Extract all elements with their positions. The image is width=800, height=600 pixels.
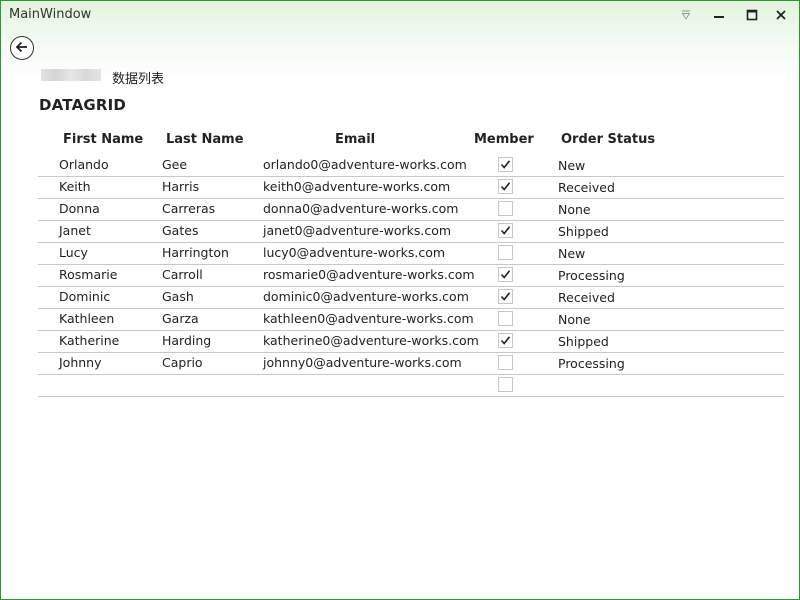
cell-first-name[interactable]: Lucy (59, 245, 88, 260)
table-row[interactable]: Rosmarie Carroll rosmarie0@adventure-works… (38, 265, 784, 287)
cell-email[interactable]: dominic0@adventure-works.com (263, 289, 469, 304)
grid-body: Orlando Gee orlando0@adventure-works.com Ne… (38, 155, 784, 397)
cell-email[interactable]: johnny0@adventure-works.com (263, 355, 462, 370)
member-checkbox[interactable] (498, 201, 513, 216)
back-button[interactable] (10, 36, 34, 60)
cell-order-status[interactable]: Processing (558, 268, 625, 283)
member-checkbox[interactable] (498, 267, 513, 282)
member-checkbox[interactable] (498, 223, 513, 238)
cell-first-name[interactable]: Donna (59, 201, 100, 216)
checkmark-icon (500, 292, 511, 301)
cell-first-name[interactable]: Janet (59, 223, 91, 238)
table-row[interactable]: Keith Harris keith0@adventure-works.com Rec… (38, 177, 784, 199)
cell-first-name[interactable]: Kathleen (59, 311, 114, 326)
table-row[interactable]: Katherine Harding katherine0@adventure-wor… (38, 331, 784, 353)
column-header-email[interactable]: Email (335, 132, 375, 147)
data-grid[interactable]: First Name Last Name Email Member Order … (38, 129, 784, 397)
column-header-last-name[interactable]: Last Name (166, 132, 244, 147)
window-title: MainWindow (9, 7, 92, 22)
member-checkbox[interactable] (498, 245, 513, 260)
member-checkbox[interactable] (498, 377, 513, 392)
cell-email[interactable]: rosmarie0@adventure-works.com (263, 267, 475, 282)
table-row[interactable]: Janet Gates janet0@adventure-works.com Ship… (38, 221, 784, 243)
checkmark-icon (500, 270, 511, 279)
page-subtitle: 数据列表 (112, 72, 165, 87)
title-bar[interactable]: MainWindow (1, 1, 799, 31)
minimize-icon[interactable] (704, 5, 734, 25)
cell-order-status[interactable]: None (558, 312, 591, 327)
table-row[interactable]: Lucy Harrington lucy0@adventure-works.com N… (38, 243, 784, 265)
member-checkbox[interactable] (498, 333, 513, 348)
checkmark-icon (500, 182, 511, 191)
cell-email[interactable]: kathleen0@adventure-works.com (263, 311, 474, 326)
column-header-order-status[interactable]: Order Status (561, 132, 655, 147)
cell-last-name[interactable]: Harrington (162, 245, 229, 260)
cell-last-name[interactable]: Garza (162, 311, 199, 326)
table-row[interactable]: Dominic Gash dominic0@adventure-works.com R… (38, 287, 784, 309)
cell-email[interactable]: katherine0@adventure-works.com (263, 333, 479, 348)
cell-email[interactable]: donna0@adventure-works.com (263, 201, 458, 216)
cell-last-name[interactable]: Gates (162, 223, 198, 238)
column-header-member[interactable]: Member (474, 132, 534, 147)
cell-first-name[interactable]: Johnny (59, 355, 102, 370)
main-window: MainWindow 数据列表 DATAGRID First Name Last… (0, 0, 800, 600)
cell-email[interactable]: janet0@adventure-works.com (263, 223, 451, 238)
member-checkbox[interactable] (498, 157, 513, 172)
table-row[interactable]: Donna Carreras donna0@adventure-works.com N… (38, 199, 784, 221)
cell-order-status[interactable]: Shipped (558, 224, 609, 239)
cell-order-status[interactable]: Processing (558, 356, 625, 371)
grid-header-row: First Name Last Name Email Member Order … (38, 129, 784, 155)
cell-first-name[interactable]: Orlando (59, 157, 109, 172)
member-checkbox[interactable] (498, 355, 513, 370)
cell-last-name[interactable]: Harding (162, 333, 211, 348)
arrow-left-icon (15, 39, 29, 58)
cell-last-name[interactable]: Carroll (162, 267, 203, 282)
blurred-breadcrumb (41, 69, 101, 81)
cell-last-name[interactable]: Gash (162, 289, 194, 304)
cell-last-name[interactable]: Caprio (162, 355, 203, 370)
cell-last-name[interactable]: Gee (162, 157, 187, 172)
cell-last-name[interactable]: Carreras (162, 201, 215, 216)
cell-email[interactable]: orlando0@adventure-works.com (263, 157, 467, 172)
cell-order-status[interactable]: Shipped (558, 334, 609, 349)
cell-last-name[interactable]: Harris (162, 179, 199, 194)
member-checkbox[interactable] (498, 311, 513, 326)
table-row[interactable]: Johnny Caprio johnny0@adventure-works.com P… (38, 353, 784, 375)
caret-down-icon[interactable] (671, 5, 701, 25)
cell-first-name[interactable]: Katherine (59, 333, 119, 348)
member-checkbox[interactable] (498, 289, 513, 304)
close-icon[interactable] (766, 5, 796, 25)
cell-first-name[interactable]: Keith (59, 179, 91, 194)
cell-order-status[interactable]: Received (558, 290, 615, 305)
grid-title: DATAGRID (39, 96, 127, 114)
cell-order-status[interactable]: Received (558, 180, 615, 195)
maximize-icon[interactable] (737, 5, 767, 25)
cell-first-name[interactable]: Dominic (59, 289, 110, 304)
table-row[interactable] (38, 375, 784, 397)
table-row[interactable]: Orlando Gee orlando0@adventure-works.com Ne… (38, 155, 784, 177)
table-row[interactable]: Kathleen Garza kathleen0@adventure-works.c… (38, 309, 784, 331)
checkmark-icon (500, 226, 511, 235)
member-checkbox[interactable] (498, 179, 513, 194)
column-header-first-name[interactable]: First Name (63, 132, 143, 147)
cell-order-status[interactable]: None (558, 202, 591, 217)
cell-first-name[interactable]: Rosmarie (59, 267, 117, 282)
cell-email[interactable]: lucy0@adventure-works.com (263, 245, 445, 260)
cell-order-status[interactable]: New (558, 246, 585, 261)
checkmark-icon (500, 160, 511, 169)
checkmark-icon (500, 336, 511, 345)
cell-order-status[interactable]: New (558, 158, 585, 173)
cell-email[interactable]: keith0@adventure-works.com (263, 179, 450, 194)
